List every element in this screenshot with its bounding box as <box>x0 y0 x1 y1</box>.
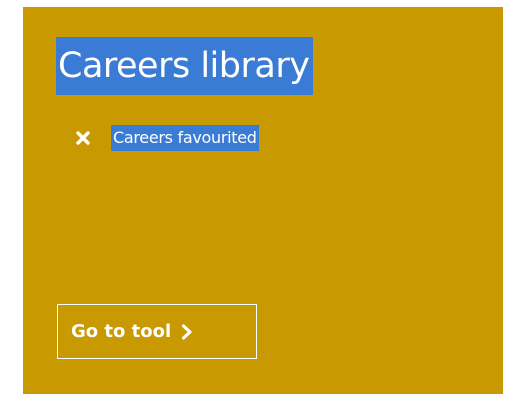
card-title: Careers library <box>56 37 314 95</box>
status-label: Careers favourited <box>111 125 259 151</box>
go-to-tool-label: Go to tool <box>71 321 172 342</box>
favourited-status: Careers favourited <box>75 124 259 152</box>
go-to-tool-button[interactable]: Go to tool <box>57 304 257 359</box>
careers-library-card: Careers library Careers favourited Go to… <box>23 7 503 394</box>
chevron-right-icon <box>181 323 193 340</box>
close-icon <box>75 130 91 146</box>
